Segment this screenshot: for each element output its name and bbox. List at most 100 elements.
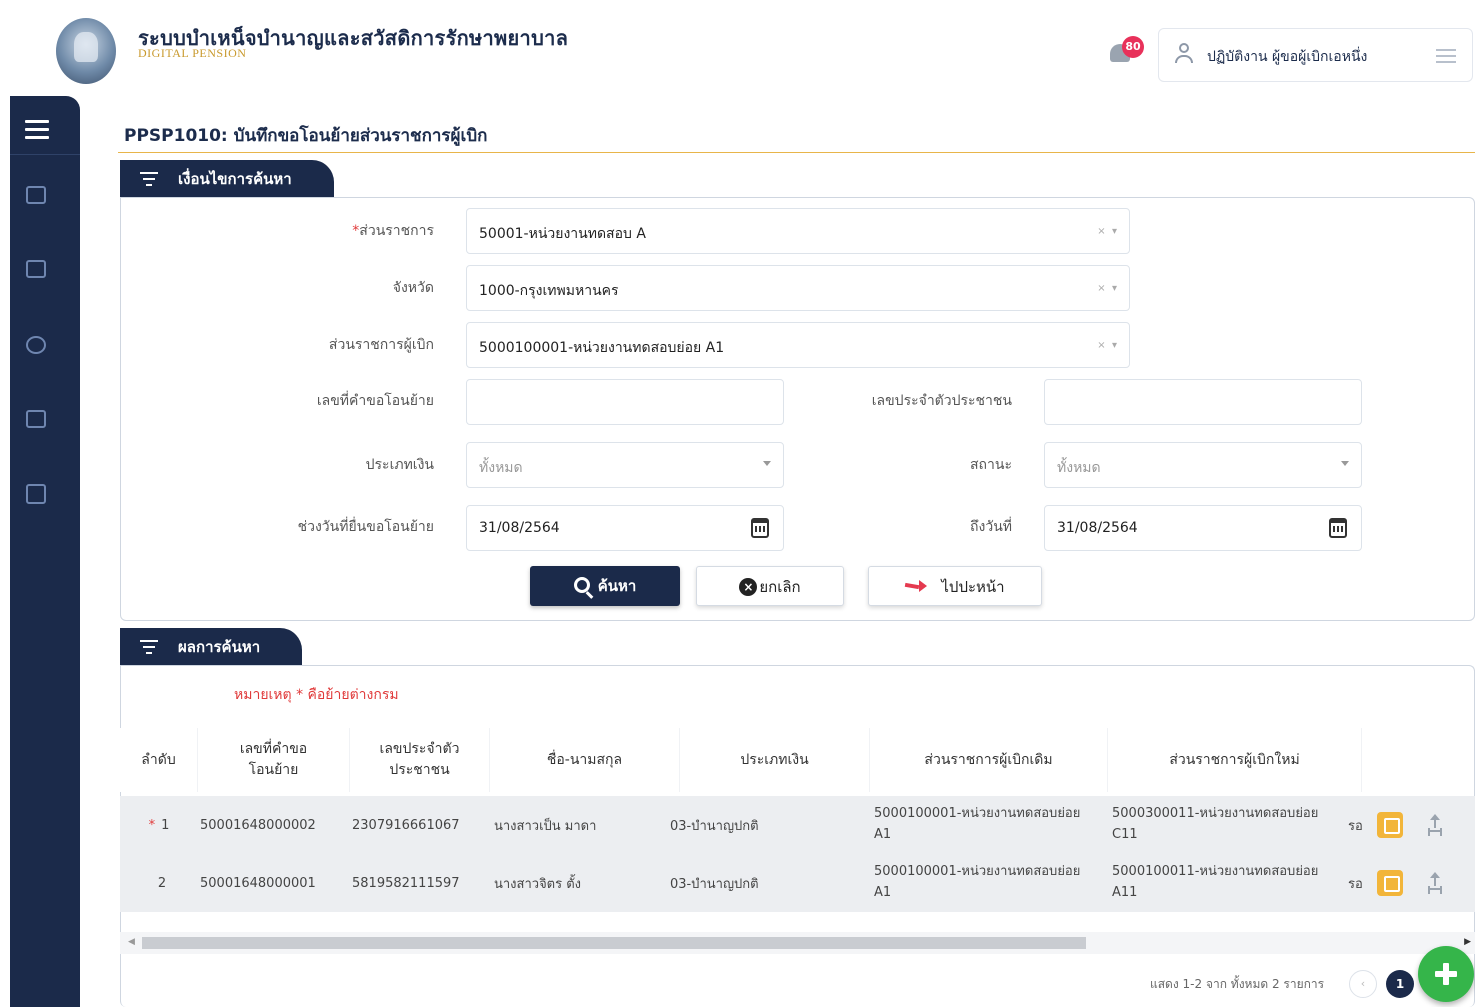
column-header[interactable]: ชื่อ-นามสกุล (490, 728, 680, 792)
calendar-icon[interactable] (1329, 518, 1347, 538)
results-note: หมายเหตุ * คือย้ายต่างกรม (234, 687, 399, 703)
scrollbar-thumb[interactable] (142, 937, 1086, 949)
truncated-cell: รอ (1348, 818, 1362, 834)
hand-money-icon[interactable] (26, 336, 46, 354)
document-icon[interactable] (26, 410, 46, 428)
search-section-tab: เงื่อนไขการค้นหา (120, 160, 334, 198)
filter-icon (140, 640, 158, 654)
pagination-summary: แสดง 1-2 จาก ทั้งหมด 2 รายการ (1150, 977, 1325, 991)
column-header[interactable]: ประเภทเงิน (680, 728, 870, 792)
clear-caret-icon[interactable]: × ▾ (1097, 226, 1117, 237)
name-cell: นางสาวจิตร ตั้ง (494, 876, 582, 892)
calendar-icon[interactable] (751, 518, 769, 538)
organization-logo (56, 18, 116, 84)
province-label: จังหวัด (392, 280, 434, 296)
previous-page-button[interactable]: ‹ (1349, 970, 1377, 998)
request-no-cell: 50001648000002 (200, 817, 316, 833)
status-label: สถานะ (970, 457, 1012, 473)
edit-icon[interactable] (1377, 870, 1403, 896)
database-icon[interactable] (26, 484, 46, 504)
date-from-value: 31/08/2564 (479, 520, 560, 536)
id-card-icon[interactable] (26, 186, 46, 204)
title-underline (118, 152, 1475, 153)
date-from-input[interactable]: 31/08/2564 (466, 505, 784, 551)
forward-arrow-icon (905, 580, 928, 594)
new-agency-cell: 5000100011-หน่วยงานทดสอบย่อย A11 (1112, 864, 1319, 900)
scroll-left-icon[interactable]: ◀ (128, 937, 135, 947)
column-header[interactable]: ส่วนราชการผู้เบิกใหม่ (1108, 728, 1362, 792)
search-section-title: เงื่อนไขการค้นหา (178, 170, 292, 188)
results-section-tab: ผลการค้นหา (120, 628, 302, 666)
notification-count-badge: 80 (1122, 36, 1144, 58)
disbursing-agency-value: 5000100001-หน่วยงานทดสอบย่อย A1 (479, 340, 725, 356)
horizontal-scrollbar[interactable]: ◀ ▶ (120, 932, 1475, 954)
agency-select[interactable]: 50001-หน่วยงานทดสอบ A × ▾ (466, 208, 1130, 254)
page-1-button[interactable]: 1 (1386, 970, 1414, 998)
column-header[interactable]: เลขประจำตัวประชาชน (350, 728, 490, 792)
province-select[interactable]: 1000-กรุงเทพมหานคร × ▾ (466, 265, 1130, 311)
row-index: * 1 (148, 817, 170, 833)
disbursing-agency-label: ส่วนราชการผู้เบิก (328, 337, 434, 353)
wallet-icon[interactable] (26, 260, 46, 278)
user-menu[interactable]: ปฏิบัติงาน ผู้ขอผู้เบิกเอหนึ่ง (1158, 28, 1473, 82)
upload-icon[interactable] (1428, 872, 1442, 890)
payment-type-cell: 03-บำนาญปกติ (670, 818, 759, 834)
filter-icon (140, 172, 158, 186)
user-name: ปฏิบัติงาน ผู้ขอผู้เบิกเอหนึ่ง (1207, 49, 1368, 65)
citizen-id-input[interactable] (1044, 379, 1362, 425)
user-menu-icon[interactable] (1436, 49, 1456, 63)
sidebar-toggle-icon[interactable] (25, 120, 49, 140)
date-to-value: 31/08/2564 (1057, 520, 1138, 536)
date-to-input[interactable]: 31/08/2564 (1044, 505, 1362, 551)
search-button[interactable]: ค้นหา (530, 566, 680, 606)
scroll-right-icon[interactable]: ▶ (1464, 937, 1471, 947)
name-cell: นางสาวเป็น มาดา (494, 818, 597, 834)
sidebar (10, 96, 80, 1007)
old-agency-cell: 5000100001-หน่วยงานทดสอบย่อย A1 (874, 864, 1081, 900)
chevron-down-icon (1341, 461, 1349, 466)
agency-label: *ส่วนราชการ (352, 223, 434, 239)
chevron-down-icon (763, 461, 771, 466)
close-circle-icon: × (739, 578, 758, 596)
user-icon (1175, 43, 1193, 63)
clear-caret-icon[interactable]: × ▾ (1097, 283, 1117, 294)
page-title: PPSP1010: บันทึกขอโอนย้ายส่วนราชการผู้เบ… (124, 126, 488, 146)
payment-type-label: ประเภทเงิน (365, 457, 434, 473)
search-icon (573, 577, 590, 593)
edit-icon[interactable] (1377, 812, 1403, 838)
cancel-button[interactable]: × ยกเลิก (696, 566, 844, 606)
forward-button[interactable]: ไปปะหน้า (868, 566, 1042, 606)
table-row[interactable]: * 1 50001648000002 2307916661067 นางสาวเป… (120, 796, 1475, 854)
results-section-title: ผลการค้นหา (178, 638, 261, 656)
payment-type-cell: 03-บำนาญปกติ (670, 876, 759, 892)
column-header[interactable]: เลขที่คำขอโอนย้าย (198, 728, 350, 792)
disbursing-agency-select[interactable]: 5000100001-หน่วยงานทดสอบย่อย A1 × ▾ (466, 322, 1130, 368)
date-to-label: ถึงวันที่ (970, 519, 1012, 535)
table-header: ลำดับ เลขที่คำขอโอนย้าย เลขประจำตัวประชา… (120, 728, 1362, 792)
upload-icon[interactable] (1428, 814, 1442, 832)
row-index: 2 (157, 875, 167, 891)
add-button[interactable] (1418, 946, 1474, 1002)
request-no-label: เลขที่คำขอโอนย้าย (316, 393, 434, 409)
date-from-label: ช่วงวันที่ยื่นขอโอนย้าย (297, 519, 434, 535)
status-select[interactable]: ทั้งหมด (1044, 442, 1362, 488)
notification-bell-icon[interactable]: 80 (1108, 36, 1144, 66)
request-no-input[interactable] (466, 379, 784, 425)
agency-value: 50001-หน่วยงานทดสอบ A (479, 226, 646, 242)
table-row[interactable]: 2 50001648000001 5819582111597 นางสาวจิต… (120, 854, 1475, 912)
new-agency-cell: 5000300011-หน่วยงานทดสอบย่อย C11 (1112, 806, 1319, 842)
old-agency-cell: 5000100001-หน่วยงานทดสอบย่อย A1 (874, 806, 1081, 842)
truncated-cell: รอ (1348, 876, 1362, 892)
app-subtitle: DIGITAL PENSION (138, 46, 247, 60)
request-no-cell: 50001648000001 (200, 875, 316, 891)
citizen-id-label: เลขประจำตัวประชาชน (871, 393, 1012, 409)
payment-type-value: ทั้งหมด (479, 460, 523, 476)
payment-type-select[interactable]: ทั้งหมด (466, 442, 784, 488)
province-value: 1000-กรุงเทพมหานคร (479, 283, 619, 299)
column-header[interactable]: ส่วนราชการผู้เบิกเดิม (870, 728, 1108, 792)
clear-caret-icon[interactable]: × ▾ (1097, 340, 1117, 351)
citizen-id-cell: 2307916661067 (352, 817, 460, 833)
column-header[interactable]: ลำดับ (120, 728, 198, 792)
top-bar: ระบบบำเหน็จบำนาญและสวัสดิการรักษาพยาบาล … (0, 0, 1475, 96)
status-value: ทั้งหมด (1057, 460, 1101, 476)
